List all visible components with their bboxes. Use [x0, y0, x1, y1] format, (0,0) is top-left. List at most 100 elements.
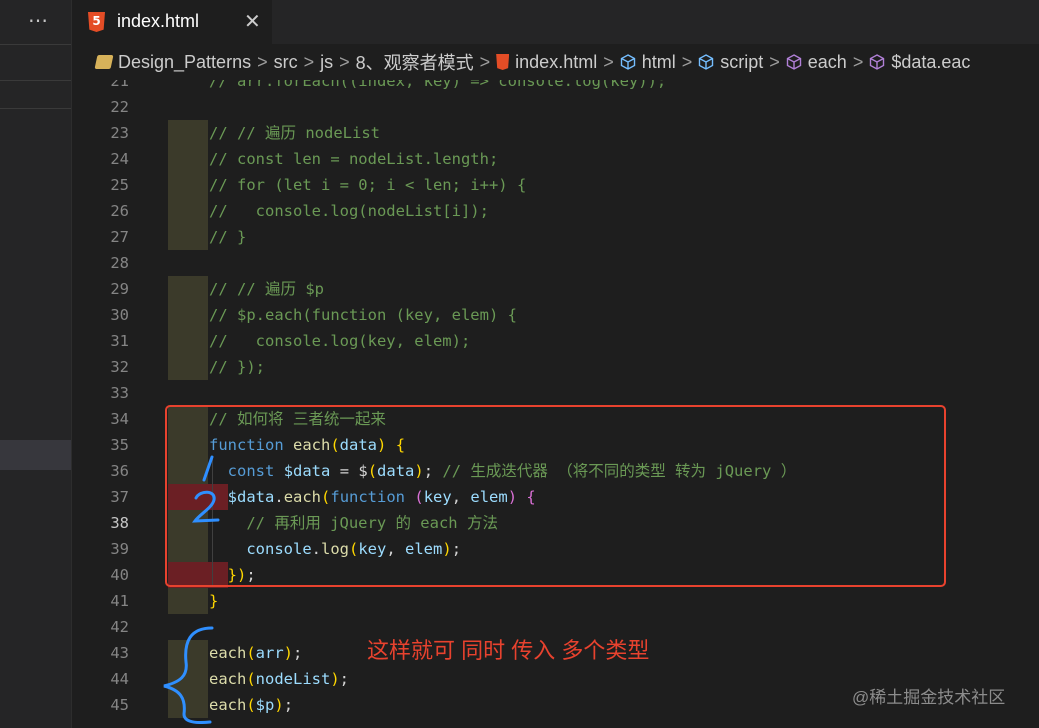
divider	[0, 108, 72, 109]
code-line[interactable]: 29 // // 遍历 $p	[72, 276, 1039, 302]
side-panel: ⋯	[0, 0, 72, 728]
code-line[interactable]: 24 // const len = nodeList.length;	[72, 146, 1039, 172]
code-text: each(arr);	[209, 644, 303, 662]
line-number: 45	[110, 696, 129, 714]
line-number: 36	[110, 462, 129, 480]
line-number: 27	[110, 228, 129, 246]
code-line[interactable]: 23 // // 遍历 nodeList	[72, 120, 1039, 146]
breadcrumb-item[interactable]: html	[642, 52, 676, 73]
line-number: 26	[110, 202, 129, 220]
code-text: // // 遍历 nodeList	[209, 124, 380, 142]
line-number: 30	[110, 306, 129, 324]
code-line[interactable]: 21 // arr.forEach((index, key) => console…	[72, 80, 1039, 94]
line-highlight	[168, 224, 208, 250]
folder-icon	[94, 55, 114, 69]
line-number: 44	[110, 670, 129, 688]
cube-icon	[620, 54, 636, 70]
line-number: 38	[110, 514, 129, 532]
chevron-right-icon: >	[479, 51, 491, 72]
breadcrumb-item[interactable]: index.html	[515, 52, 597, 73]
annotation-note: 这样就可 同时 传入 多个类型	[367, 638, 650, 663]
code-line[interactable]: 25 // for (let i = 0; i < len; i++) {	[72, 172, 1039, 198]
line-number: 29	[110, 280, 129, 298]
line-number: 41	[110, 592, 129, 610]
handwritten-mark-2	[191, 490, 220, 523]
line-number: 28	[110, 254, 129, 272]
chevron-right-icon: >	[852, 51, 864, 72]
code-text: // for (let i = 0; i < len; i++) {	[209, 176, 527, 194]
line-number: 21	[110, 80, 129, 90]
breadcrumb-item[interactable]: each	[808, 52, 847, 73]
watermark: @稀土掘金技术社区	[852, 688, 1006, 707]
html5-icon: 5	[88, 12, 105, 32]
code-line[interactable]: 41}	[72, 588, 1039, 614]
breadcrumb-item[interactable]: script	[720, 52, 763, 73]
chevron-right-icon: >	[303, 51, 315, 72]
line-number: 43	[110, 644, 129, 662]
code-text: // arr.forEach((index, key) => console.l…	[209, 80, 667, 90]
selected-explorer-item[interactable]	[0, 440, 72, 470]
divider	[0, 80, 72, 81]
tab-index-html[interactable]: 5 index.html ✕	[72, 0, 272, 44]
handwritten-brace	[163, 626, 214, 724]
code-text: // console.log(nodeList[i]);	[209, 202, 489, 220]
line-number: 35	[110, 436, 129, 454]
code-text: }	[209, 592, 219, 610]
divider	[0, 44, 72, 45]
code-text: // console.log(key, elem);	[209, 332, 471, 350]
code-text: // $p.each(function (key, elem) {	[209, 306, 517, 324]
line-number: 39	[110, 540, 129, 558]
line-highlight	[168, 120, 208, 146]
breadcrumb-item[interactable]: $data.eac	[891, 52, 970, 73]
line-number: 32	[110, 358, 129, 376]
code-line[interactable]: 31 // console.log(key, elem);	[72, 328, 1039, 354]
code-line[interactable]: 32 // });	[72, 354, 1039, 380]
annotation-box	[165, 405, 946, 587]
code-text: // // 遍历 $p	[209, 280, 324, 298]
breadcrumb-item[interactable]: Design_Patterns	[118, 52, 251, 73]
line-number: 34	[110, 410, 129, 428]
line-highlight	[168, 198, 208, 224]
code-text: // const len = nodeList.length;	[209, 150, 499, 168]
line-highlight	[168, 146, 208, 172]
line-number: 31	[110, 332, 129, 350]
code-line[interactable]: 27 // }	[72, 224, 1039, 250]
chevron-right-icon: >	[603, 51, 614, 72]
line-number: 22	[110, 98, 129, 116]
chevron-right-icon: >	[769, 51, 780, 72]
breadcrumb-item[interactable]: 8、观察者模式	[356, 49, 474, 75]
breadcrumb: Design_Patterns > src > js >8、观察者模式 > index.htm…	[72, 44, 1039, 80]
chevron-right-icon: >	[257, 51, 268, 72]
code-text: // });	[209, 358, 265, 376]
line-number: 25	[110, 176, 129, 194]
breadcrumb-item[interactable]: js	[320, 52, 333, 73]
code-line[interactable]: 22	[72, 94, 1039, 120]
line-number: 33	[110, 384, 129, 402]
line-highlight	[168, 302, 208, 328]
code-line[interactable]: 30 // $p.each(function (key, elem) {	[72, 302, 1039, 328]
chevron-right-icon: >	[339, 51, 350, 72]
close-icon[interactable]: ✕	[244, 9, 261, 34]
line-number: 42	[110, 618, 129, 636]
line-number: 24	[110, 150, 129, 168]
code-text: // }	[209, 228, 247, 246]
code-line[interactable]: 33	[72, 380, 1039, 406]
code-editor[interactable]: 45 each($p); 44 each(nodeList); 43 each(arr);…	[72, 80, 1039, 728]
code-line[interactable]: 26 // console.log(nodeList[i]);	[72, 198, 1039, 224]
line-highlight	[168, 588, 208, 614]
more-actions-icon[interactable]: ⋯	[28, 8, 49, 33]
code-line[interactable]: 28	[72, 250, 1039, 276]
line-number: 37	[110, 488, 129, 506]
chevron-right-icon: >	[681, 51, 693, 72]
handwritten-mark-1	[202, 455, 214, 482]
tab-bar: 5 index.html ✕	[72, 0, 1039, 44]
cube-icon	[698, 54, 714, 70]
code-text: each(nodeList);	[209, 670, 350, 688]
line-highlight	[168, 276, 208, 302]
breadcrumb-item[interactable]: src	[274, 52, 298, 73]
line-highlight	[168, 328, 208, 354]
code-text: each($p);	[209, 696, 294, 714]
cube-purple-icon	[786, 54, 802, 70]
html5-icon	[496, 54, 510, 70]
line-highlight	[168, 172, 208, 198]
